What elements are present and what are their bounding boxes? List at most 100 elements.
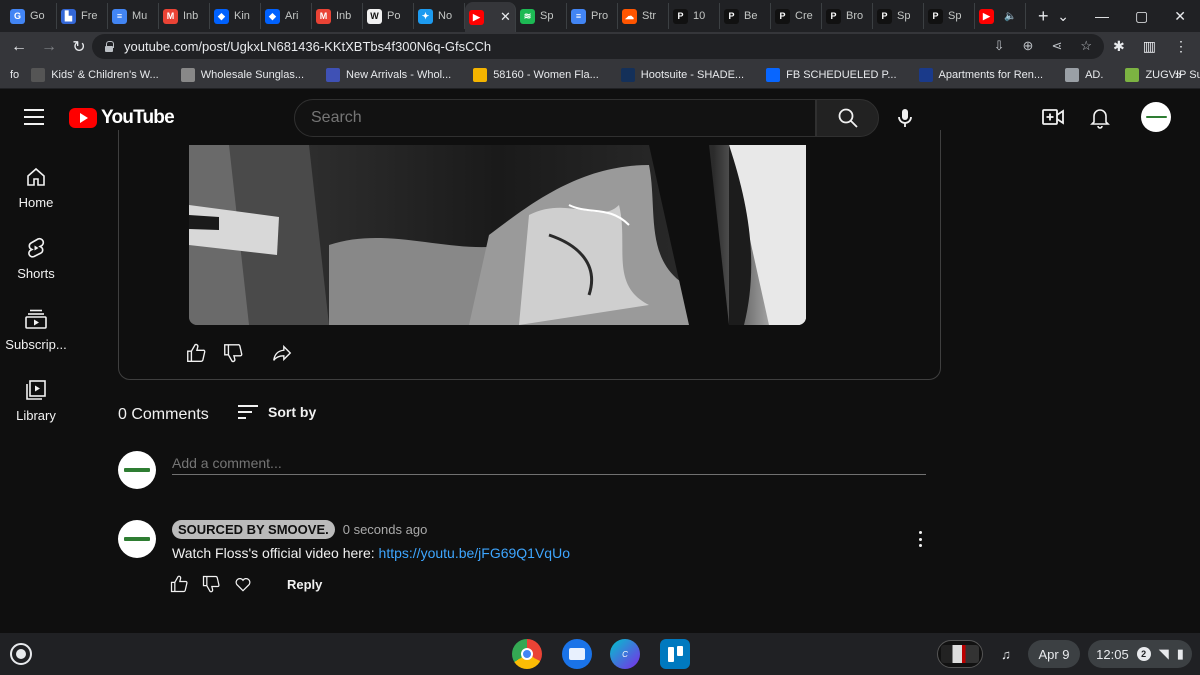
post-image[interactable] bbox=[189, 145, 806, 325]
browser-tab[interactable]: P Cre bbox=[771, 3, 822, 29]
browser-tab[interactable]: ▶ ✕ bbox=[465, 2, 516, 32]
bookmark-item[interactable]: ZUGVIP Subscribe... bbox=[1125, 67, 1200, 82]
browser-tab[interactable]: ☁ Str bbox=[618, 3, 669, 29]
share-icon[interactable]: ⋖ bbox=[1051, 38, 1062, 54]
like-thumb-up-icon[interactable] bbox=[185, 342, 207, 364]
bookmark-item[interactable]: FB SCHEDUELED P... bbox=[766, 67, 897, 82]
close-window-icon[interactable]: ✕ bbox=[1174, 8, 1186, 25]
bookmark-item[interactable]: New Arrivals - Whol... bbox=[326, 67, 451, 82]
more-bookmarks-icon[interactable]: » bbox=[1175, 67, 1182, 82]
date-tray[interactable]: Apr 9 bbox=[1028, 640, 1080, 668]
browser-tab[interactable]: P Sp bbox=[924, 3, 975, 29]
youtube-logo[interactable]: YouTube bbox=[69, 107, 175, 129]
extensions-icon[interactable]: ✱ bbox=[1113, 38, 1125, 55]
files-app-icon[interactable] bbox=[562, 639, 592, 669]
forward-arrow-icon[interactable]: → bbox=[34, 38, 64, 56]
comment-author-avatar[interactable] bbox=[118, 520, 156, 558]
bookmark-favicon-icon bbox=[918, 67, 933, 82]
tab-audio-icon[interactable]: 🔈 bbox=[1004, 11, 1016, 22]
comment-like-icon[interactable] bbox=[169, 574, 189, 594]
status-tray[interactable]: 12:05 2 ◥ ▮ bbox=[1088, 640, 1192, 668]
browser-tab[interactable]: P Bro bbox=[822, 3, 873, 29]
browser-tab[interactable]: W Po bbox=[363, 3, 414, 29]
browser-tab[interactable]: ◆ Ari bbox=[261, 3, 312, 29]
back-arrow-icon[interactable]: ← bbox=[4, 38, 34, 56]
browser-menu-icon[interactable]: ⋮ bbox=[1174, 38, 1188, 55]
tab-title: Pro bbox=[591, 10, 609, 22]
bookmark-item[interactable]: 58160 - Women Fla... bbox=[473, 67, 599, 82]
bookmark-star-icon[interactable]: ☆ bbox=[1080, 38, 1092, 54]
canva-app-icon[interactable]: C bbox=[610, 639, 640, 669]
media-controls-icon[interactable]: ♫ bbox=[992, 640, 1020, 668]
heart-icon[interactable] bbox=[233, 574, 253, 594]
new-tab-icon[interactable]: + bbox=[1038, 6, 1049, 27]
account-avatar[interactable] bbox=[1141, 102, 1171, 132]
browser-tab[interactable]: ✦ No bbox=[414, 3, 465, 29]
bookmarks-bar: fo Kids' & Children's W... Wholesale Sung… bbox=[0, 61, 1200, 89]
tab-title: Sp bbox=[948, 10, 962, 22]
sidebar-item-library[interactable]: Library bbox=[0, 378, 72, 423]
url-text[interactable]: youtube.com/post/UgkxLN681436-KKtXBTbs4f… bbox=[124, 39, 491, 54]
add-comment-input[interactable] bbox=[172, 452, 926, 475]
launcher-icon[interactable] bbox=[10, 643, 32, 665]
commenter-avatar[interactable] bbox=[118, 451, 156, 489]
dislike-thumb-down-icon[interactable] bbox=[222, 342, 244, 364]
bookmark-item[interactable]: Hootsuite - SHADE... bbox=[620, 67, 744, 82]
guide-menu-icon[interactable] bbox=[24, 109, 44, 125]
browser-tab[interactable]: ◆ Kin bbox=[210, 3, 261, 29]
maximize-icon[interactable]: ▢ bbox=[1135, 8, 1148, 25]
comment-options-icon[interactable] bbox=[912, 528, 928, 550]
comment-author-name[interactable]: SOURCED BY SMOOVE. bbox=[172, 520, 335, 539]
holding-space-thumbnail[interactable] bbox=[937, 640, 983, 668]
avatar-logo bbox=[123, 468, 151, 472]
comment-timestamp[interactable]: 0 seconds ago bbox=[343, 522, 428, 537]
bookmark-item[interactable]: Apartments for Ren... bbox=[918, 67, 1043, 82]
share-arrow-icon[interactable] bbox=[271, 342, 293, 364]
comment-video-link[interactable]: https://youtu.be/jFG69Q1VqUo bbox=[379, 545, 570, 561]
browser-tab[interactable]: P 10 bbox=[669, 3, 720, 29]
comment-dislike-icon[interactable] bbox=[201, 574, 221, 594]
browser-tab[interactable]: G Go bbox=[6, 3, 57, 29]
browser-tab[interactable]: M Inb bbox=[312, 3, 363, 29]
tab-title: Fre bbox=[81, 10, 98, 22]
tab-search-icon[interactable]: ⌄ bbox=[1057, 8, 1069, 25]
zoom-icon[interactable]: ⊕ bbox=[1023, 38, 1034, 54]
reload-icon[interactable]: ↻ bbox=[64, 37, 94, 57]
community-post-card bbox=[118, 130, 941, 380]
browser-tab[interactable]: ▶ 🔈 bbox=[975, 3, 1026, 29]
sidebar-item-subscriptions[interactable]: Subscrip... bbox=[0, 307, 72, 352]
trello-app-icon[interactable] bbox=[660, 639, 690, 669]
minimize-icon[interactable]: — bbox=[1095, 8, 1109, 24]
notifications-bell-icon[interactable] bbox=[1088, 105, 1112, 129]
bookmark-item[interactable]: AD. bbox=[1065, 67, 1104, 82]
bookmark-fo-icon[interactable]: fo bbox=[10, 69, 19, 81]
tab-favicon-icon: ≡ bbox=[571, 8, 586, 24]
sort-by-button[interactable]: Sort by bbox=[238, 404, 316, 420]
sidebar-label-subscriptions: Subscrip... bbox=[5, 337, 67, 352]
close-tab-icon[interactable]: ✕ bbox=[500, 9, 511, 25]
install-app-icon[interactable]: ⇩ bbox=[994, 38, 1005, 54]
browser-tab[interactable]: ≡ Mu bbox=[108, 3, 159, 29]
sidebar-item-home[interactable]: Home bbox=[0, 165, 72, 210]
browser-tab[interactable]: ≡ Pro bbox=[567, 3, 618, 29]
bookmark-label: AD. bbox=[1085, 68, 1104, 81]
tab-favicon-icon: ▶ bbox=[979, 8, 994, 24]
sidebar-item-shorts[interactable]: Shorts bbox=[0, 236, 72, 281]
browser-tab[interactable]: M Inb bbox=[159, 3, 210, 29]
address-bar[interactable]: youtube.com/post/UgkxLN681436-KKtXBTbs4f… bbox=[92, 34, 1104, 59]
tab-favicon-icon: ▶ bbox=[469, 9, 484, 25]
chrome-app-icon[interactable] bbox=[512, 639, 542, 669]
bookmark-item[interactable]: Wholesale Sunglas... bbox=[180, 67, 304, 82]
lock-icon[interactable] bbox=[104, 41, 114, 52]
reply-button[interactable]: Reply bbox=[287, 577, 322, 592]
notification-count-badge: 2 bbox=[1136, 647, 1151, 661]
side-panel-icon[interactable]: ▥ bbox=[1143, 38, 1156, 55]
browser-tab[interactable]: ▙ Fre bbox=[57, 3, 108, 29]
bookmark-item[interactable]: Kids' & Children's W... bbox=[31, 67, 159, 82]
wifi-icon: ◥ bbox=[1158, 646, 1169, 661]
browser-tab[interactable]: ≋ Sp bbox=[516, 3, 567, 29]
browser-tab[interactable]: P Sp bbox=[873, 3, 924, 29]
browser-tab[interactable]: P Be bbox=[720, 3, 771, 29]
tab-favicon-icon: G bbox=[10, 8, 25, 24]
create-video-icon[interactable] bbox=[1041, 105, 1065, 129]
